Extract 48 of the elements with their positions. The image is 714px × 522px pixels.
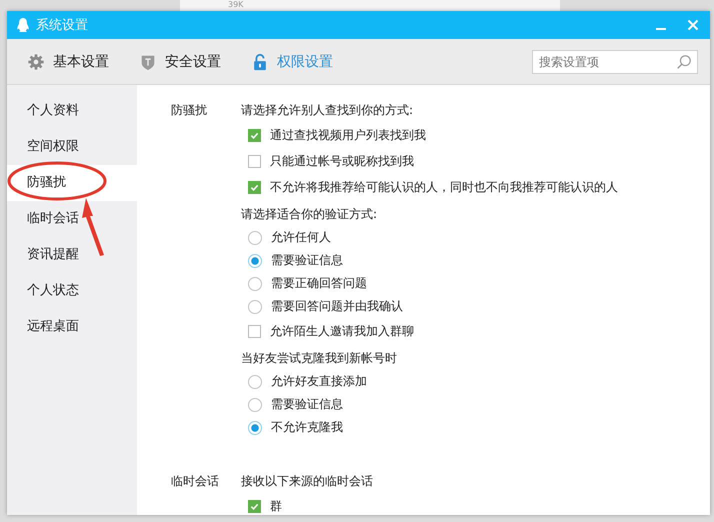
shield-icon bbox=[139, 52, 157, 70]
window-title: 系统设置 bbox=[36, 17, 88, 34]
checkbox-label[interactable]: 只能通过帐号或昵称找到我 bbox=[270, 152, 414, 170]
group-heading: 当好友尝试克隆我到新帐号时 bbox=[241, 350, 398, 367]
radio-label[interactable]: 需要回答问题并由我确认 bbox=[271, 298, 403, 315]
checkbox-label[interactable]: 群 bbox=[270, 498, 282, 514]
sidebar-item[interactable]: 空间权限 bbox=[7, 129, 137, 165]
checkbox[interactable] bbox=[248, 500, 261, 512]
radio-button[interactable] bbox=[248, 420, 262, 434]
lock-icon bbox=[251, 52, 269, 70]
penguin-icon bbox=[16, 17, 30, 33]
radio-label[interactable]: 需要验证信息 bbox=[271, 252, 343, 269]
close-icon[interactable] bbox=[686, 18, 700, 32]
sidebar-item[interactable]: 个人资料 bbox=[7, 93, 137, 129]
checkbox[interactable] bbox=[248, 154, 261, 168]
sidebar-item[interactable]: 资讯提醒 bbox=[7, 237, 137, 273]
section-label: 临时会话 bbox=[171, 473, 220, 490]
checkbox-label[interactable]: 通过查找视频用户列表找到我 bbox=[270, 126, 426, 144]
radio-label[interactable]: 允许好友直接添加 bbox=[271, 373, 367, 390]
checkbox-label[interactable]: 允许陌生人邀请我加入群聊 bbox=[270, 322, 414, 340]
radio-label[interactable]: 不允许克隆我 bbox=[271, 419, 343, 436]
search-icon[interactable] bbox=[676, 54, 692, 70]
radio-button[interactable] bbox=[248, 374, 262, 388]
tab[interactable]: 安全设置 bbox=[139, 48, 221, 74]
sidebar-item[interactable]: 远程桌面 bbox=[7, 309, 137, 345]
sidebar-item[interactable]: 个人状态 bbox=[7, 273, 137, 309]
radio-button[interactable] bbox=[248, 276, 262, 290]
search-field[interactable]: 搜索设置项 bbox=[532, 50, 698, 74]
sidebar-item[interactable]: 临时会话 bbox=[7, 201, 137, 237]
group-heading: 请选择适合你的验证方式: bbox=[241, 206, 378, 223]
annotation-arrow bbox=[82, 198, 104, 256]
radio-label[interactable]: 允许任何人 bbox=[271, 229, 331, 246]
checkbox[interactable] bbox=[248, 180, 261, 194]
group-heading: 请选择允许别人查找到你的方式: bbox=[241, 102, 414, 119]
group-heading: 接收以下来源的临时会话 bbox=[241, 473, 373, 490]
radio-button[interactable] bbox=[248, 398, 262, 412]
radio-button[interactable] bbox=[248, 254, 262, 268]
section-label: 防骚扰 bbox=[171, 102, 208, 119]
radio-button[interactable] bbox=[248, 230, 262, 244]
file-size-text: 39K bbox=[228, 0, 244, 9]
radio-button[interactable] bbox=[248, 300, 262, 314]
checkbox-label[interactable]: 不允许将我推荐给可能认识的人，同时也不向我推荐可能认识的人 bbox=[270, 178, 618, 196]
tab[interactable]: 基本设置 bbox=[27, 48, 109, 74]
radio-label[interactable]: 需要验证信息 bbox=[271, 396, 343, 413]
checkbox[interactable] bbox=[248, 128, 261, 142]
radio-label[interactable]: 需要正确回答问题 bbox=[271, 275, 367, 292]
checkbox[interactable] bbox=[248, 324, 261, 338]
gear-icon bbox=[27, 52, 45, 70]
